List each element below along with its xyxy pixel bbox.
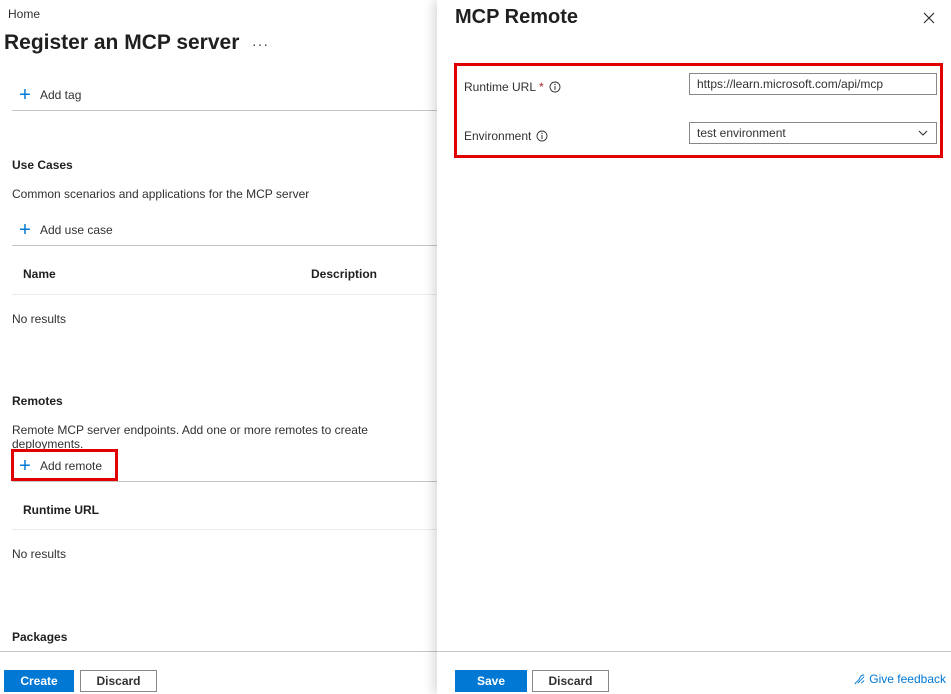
- create-button[interactable]: Create: [4, 670, 74, 692]
- remotes-title: Remotes: [12, 394, 63, 408]
- add-tag-button[interactable]: + Add tag: [18, 85, 81, 105]
- form-highlight: [454, 63, 943, 158]
- plus-icon: +: [19, 84, 31, 106]
- use-cases-description: Common scenarios and applications for th…: [12, 187, 310, 201]
- column-header-name[interactable]: Name: [23, 267, 56, 281]
- add-use-case-label: Add use case: [40, 223, 113, 237]
- column-header-description[interactable]: Description: [311, 267, 377, 281]
- save-button[interactable]: Save: [455, 670, 527, 692]
- breadcrumb-home[interactable]: Home: [8, 7, 40, 21]
- remotes-description: Remote MCP server endpoints. Add one or …: [12, 423, 368, 451]
- more-options-icon[interactable]: ···: [252, 36, 269, 52]
- remotes-empty-text: No results: [12, 547, 67, 561]
- register-page: Home Register an MCP server ··· + Add ta…: [0, 0, 437, 694]
- feedback-icon: [854, 673, 865, 684]
- give-feedback-link[interactable]: Give feedback: [853, 672, 946, 686]
- divider: [12, 110, 437, 111]
- divider: [12, 294, 437, 295]
- plus-icon: +: [19, 219, 31, 241]
- divider: [12, 245, 437, 246]
- give-feedback-label: Give feedback: [869, 672, 946, 686]
- column-header-runtime-url[interactable]: Runtime URL: [23, 503, 99, 517]
- left-footer: Create Discard: [0, 651, 437, 694]
- page-title: Register an MCP server: [4, 31, 240, 54]
- mcp-remote-panel: MCP Remote Runtime URL * https://learn.m…: [437, 0, 951, 694]
- discard-button[interactable]: Discard: [80, 670, 157, 692]
- add-use-case-button[interactable]: + Add use case: [18, 220, 113, 240]
- divider: [12, 529, 437, 530]
- close-icon[interactable]: [921, 10, 937, 26]
- add-remote-highlight: [11, 449, 118, 481]
- packages-title: Packages: [12, 630, 68, 644]
- use-cases-empty-text: No results: [12, 312, 67, 326]
- panel-discard-button[interactable]: Discard: [532, 670, 609, 692]
- divider: [12, 481, 437, 482]
- use-cases-title: Use Cases: [12, 158, 73, 172]
- add-tag-label: Add tag: [40, 88, 82, 102]
- panel-title: MCP Remote: [455, 6, 578, 28]
- panel-footer: Save Discard Give feedback: [437, 651, 951, 694]
